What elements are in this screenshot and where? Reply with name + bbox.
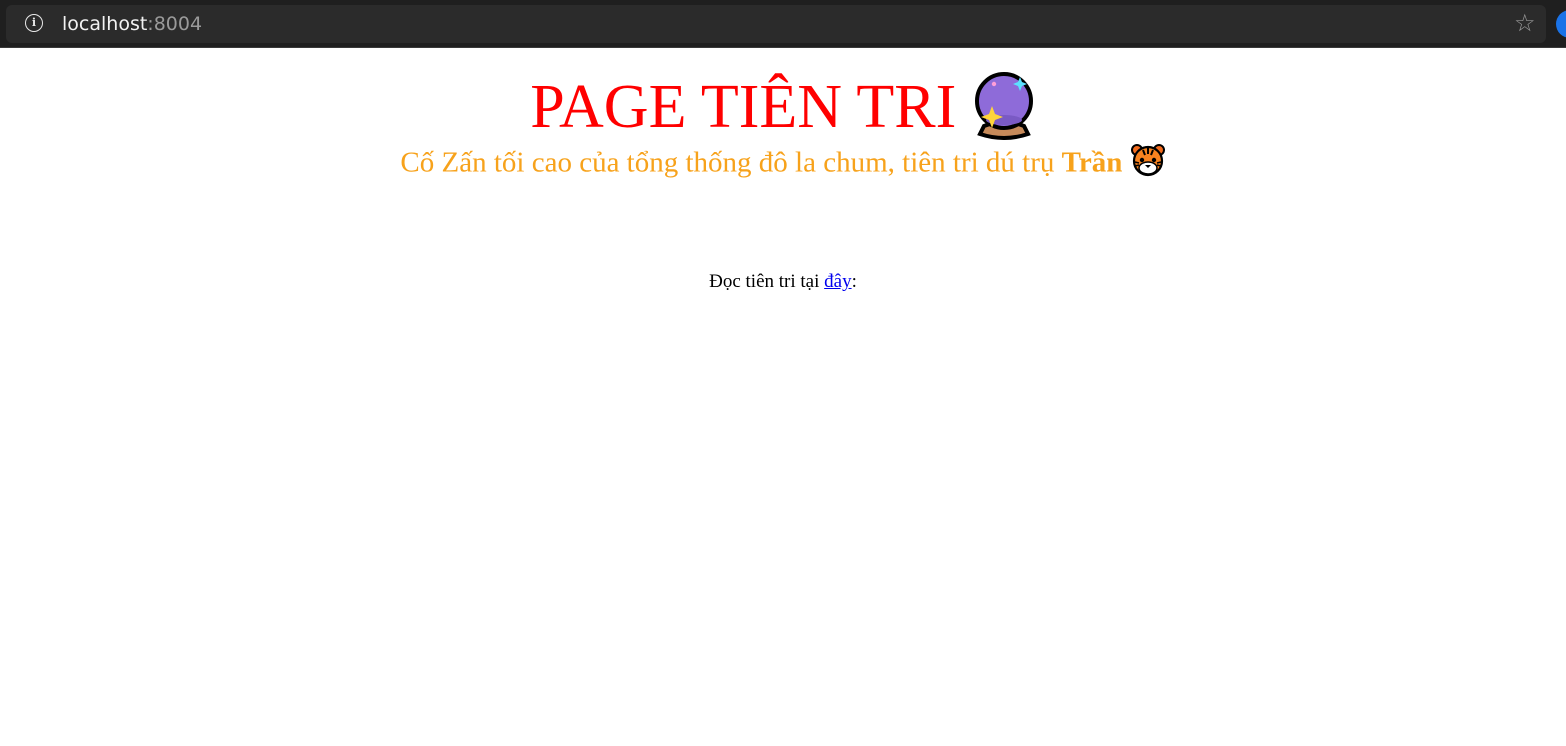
url-text[interactable]: localhost:8004 (62, 12, 202, 36)
page-content: PAGE TIÊN TRI Cố Zấn tối cao của tổng th… (0, 48, 1566, 746)
url-port: :8004 (147, 13, 203, 35)
subtitle-bold-name: Trần (1061, 146, 1123, 179)
subtitle-text: Cố Zấn tối cao của tổng thống đô la chum… (400, 146, 1062, 179)
tiger-face-icon (1130, 142, 1166, 188)
page-title-text: PAGE TIÊN TRI (530, 73, 957, 142)
bookmark-star-icon[interactable]: ☆ (1514, 11, 1536, 35)
profile-avatar[interactable] (1556, 10, 1566, 38)
read-prefix-text: Đọc tiên tri tại (709, 271, 825, 292)
page-subtitle: Cố Zấn tối cao của tổng thống đô la chum… (0, 142, 1566, 188)
address-bar[interactable]: i localhost:8004 ☆ (6, 5, 1546, 43)
read-suffix-text: : (851, 271, 857, 292)
info-icon[interactable]: i (25, 14, 43, 32)
browser-toolbar: i localhost:8004 ☆ (0, 0, 1566, 48)
read-here-link[interactable]: đây (824, 271, 851, 292)
read-prophecy-line: Đọc tiên tri tại đây: (0, 270, 1566, 294)
url-host: localhost (62, 13, 148, 35)
